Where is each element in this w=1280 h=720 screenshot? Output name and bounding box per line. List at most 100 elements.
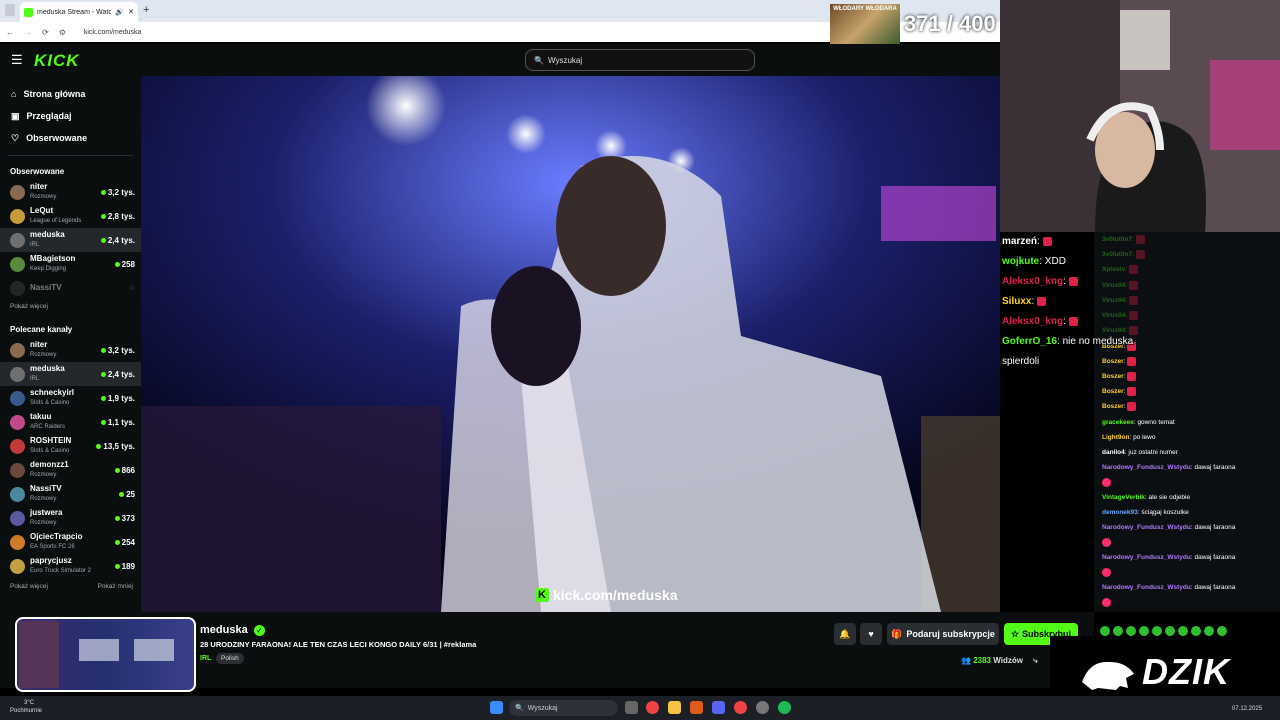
new-tab-button[interactable]: + bbox=[143, 4, 149, 16]
video-watermark: K kick.com/meduska bbox=[535, 587, 678, 603]
emote-icon[interactable] bbox=[1100, 626, 1110, 636]
spotify-icon[interactable] bbox=[778, 701, 791, 714]
tab-actions-button[interactable] bbox=[5, 4, 15, 16]
sidebar-channel-roshtein[interactable]: ROSHTEIN Slots & Casino 13,5 tys. bbox=[0, 434, 141, 458]
sidebar-channel-justwera[interactable]: justwera Rozmowy 373 bbox=[0, 506, 141, 530]
file-explorer-icon[interactable] bbox=[668, 701, 681, 714]
viewer-count: 254 bbox=[121, 537, 135, 547]
chat-username[interactable]: Narodowy_Fundusz_Wstydu bbox=[1102, 554, 1191, 561]
viewer-number: 2383 bbox=[973, 656, 991, 665]
search-icon: 🔍 bbox=[534, 55, 544, 65]
heart-emote-icon bbox=[1102, 598, 1111, 608]
chat-emote-line bbox=[1094, 595, 1280, 610]
sidebar-channel-paprycjusz[interactable]: paprycjusz Euro Truck Simulator 2 189 bbox=[0, 554, 141, 578]
chat-text: po lewo bbox=[1133, 433, 1156, 441]
channel-name: takuu bbox=[30, 412, 52, 421]
browser-tab[interactable]: meduska Stream - Watch L 🔊 ✕ bbox=[20, 2, 138, 22]
show-less-recommended[interactable]: Pokaż mniej bbox=[88, 580, 133, 594]
follow-button[interactable]: ♥ bbox=[860, 623, 882, 645]
chat-username[interactable]: Narodowy_Fundusz_Wstydu bbox=[1102, 524, 1191, 531]
avatar bbox=[10, 486, 25, 502]
back-icon[interactable]: ← bbox=[6, 28, 14, 37]
sidebar-channel-lequt[interactable]: LeQut League of Legends 2,8 tys. bbox=[0, 204, 141, 228]
nav-browse[interactable]: ▣ Przeglądaj bbox=[0, 105, 141, 127]
sidebar-channel-niter[interactable]: niter Rozmowy 3,2 tys. bbox=[0, 180, 141, 204]
chat-username[interactable]: Narodowy_Fundusz_Wstydu bbox=[1102, 584, 1191, 591]
emote-icon[interactable] bbox=[1204, 626, 1214, 636]
chat-username[interactable]: Boszer bbox=[1102, 404, 1124, 411]
channel-category: Keep Digging bbox=[30, 266, 67, 272]
menu-icon[interactable]: ☰ bbox=[11, 52, 23, 68]
notification-bell-button[interactable]: 🔔 bbox=[834, 623, 856, 645]
windows-start-icon[interactable] bbox=[490, 701, 503, 714]
chat-text: juz ostatni numer bbox=[1128, 448, 1178, 456]
language-tag[interactable]: Polish bbox=[216, 653, 244, 664]
chat-username[interactable]: danilo4 bbox=[1102, 449, 1125, 456]
viewer-count: 3,2 tys. bbox=[107, 345, 135, 355]
live-dot-icon bbox=[100, 419, 106, 425]
sidebar-channel-schneckyirl[interactable]: schneckyirl Slots & Casino 1,9 tys. bbox=[0, 386, 141, 410]
viewer-count: 866 bbox=[121, 465, 135, 475]
speaker-icon[interactable]: 🔊 bbox=[115, 8, 124, 16]
avatar bbox=[10, 366, 25, 382]
kick-logo[interactable]: KICK bbox=[34, 51, 80, 71]
stream-category[interactable]: IRL bbox=[200, 655, 211, 662]
avatar bbox=[10, 510, 25, 526]
emote-icon[interactable] bbox=[1126, 626, 1136, 636]
site-info-icon[interactable]: ⚙ bbox=[59, 28, 66, 37]
chrome-icon[interactable] bbox=[646, 701, 659, 714]
forward-icon[interactable]: → bbox=[24, 28, 32, 37]
chrome-profile-icon[interactable] bbox=[734, 701, 747, 714]
emote-icon[interactable] bbox=[1152, 626, 1162, 636]
obs-icon[interactable] bbox=[756, 701, 769, 714]
emote-icon[interactable] bbox=[1191, 626, 1201, 636]
chat-username[interactable]: Boszer bbox=[1102, 358, 1124, 365]
app-icon[interactable] bbox=[690, 701, 703, 714]
streamer-name[interactable]: meduska bbox=[200, 624, 248, 636]
overlay-chat-username: Siluxx bbox=[1002, 296, 1032, 307]
reload-icon[interactable]: ⟳ bbox=[42, 28, 49, 37]
nav-home[interactable]: ⌂ Strona główna bbox=[0, 83, 141, 105]
emote-icon[interactable] bbox=[1217, 626, 1227, 636]
chat-username[interactable]: demonek93 bbox=[1102, 509, 1138, 516]
close-tab-icon[interactable]: ✕ bbox=[128, 8, 134, 16]
sidebar-channel-ojciectrapcio[interactable]: OjciecTrapcio EA Sports FC 26 254 bbox=[0, 530, 141, 554]
chat-username[interactable]: Boszer bbox=[1102, 373, 1124, 380]
sidebar-channel-takuu[interactable]: takuu ARC Raiders 1,1 tys. bbox=[0, 410, 141, 434]
chat-username[interactable]: VintageVerbik bbox=[1102, 494, 1145, 501]
sidebar-channel-demonzz1[interactable]: demonzz1 Rozmowy 866 bbox=[0, 458, 141, 482]
video-player[interactable] bbox=[141, 76, 1000, 612]
chat-username[interactable]: Boszer bbox=[1102, 388, 1124, 395]
kick-k-icon: K bbox=[535, 588, 549, 602]
taskbar-date[interactable]: 07.12.2025 bbox=[1232, 706, 1262, 712]
gift-sub-button[interactable]: 🎁 Podaruj subskrypcje bbox=[887, 623, 999, 645]
task-view-icon[interactable] bbox=[625, 701, 638, 714]
live-dot-icon bbox=[100, 237, 106, 243]
share-icon[interactable]: ⤷ bbox=[1033, 656, 1037, 665]
chat-username[interactable]: Light9on bbox=[1102, 434, 1129, 441]
sidebar-channel-meduska[interactable]: meduska IRL 2,4 tys. bbox=[0, 362, 141, 386]
discord-icon[interactable] bbox=[712, 701, 725, 714]
sidebar-channel-meduska[interactable]: meduska IRL 2,4 tys. bbox=[0, 228, 141, 252]
show-more-recommended[interactable]: Pokaż więcej bbox=[0, 580, 48, 594]
search-input[interactable]: 🔍 Wyszukaj bbox=[525, 49, 755, 71]
emote-icon[interactable] bbox=[1139, 626, 1149, 636]
sidebar-channel-nassitv[interactable]: NassiTV Rozmowy 25 bbox=[0, 482, 141, 506]
sidebar-channel-mbagietson[interactable]: MBagietson Keep Digging 258 bbox=[0, 252, 141, 276]
emote-icon[interactable] bbox=[1113, 626, 1123, 636]
chat-username[interactable]: gracekeee bbox=[1102, 419, 1134, 426]
show-more-followed[interactable]: Pokaż więcej bbox=[0, 300, 141, 314]
sidebar-channel-nassitv[interactable]: NassiTV ⊘ bbox=[0, 276, 141, 300]
weather-widget[interactable]: 3°C Pochmurnie bbox=[10, 699, 42, 715]
address-bar[interactable]: kick.com/meduska bbox=[84, 29, 142, 36]
emote-icon bbox=[1127, 402, 1137, 412]
chat-username[interactable]: Narodowy_Fundusz_Wstydu bbox=[1102, 464, 1191, 471]
sidebar-channel-niter[interactable]: niter Rozmowy 3,2 tys. bbox=[0, 338, 141, 362]
live-dot-icon bbox=[114, 261, 120, 267]
channel-viewers: 2,4 tys. bbox=[100, 236, 135, 245]
emote-icon[interactable] bbox=[1178, 626, 1188, 636]
emote-icon[interactable] bbox=[1165, 626, 1175, 636]
nav-following[interactable]: ♡ Obserwowane bbox=[0, 127, 141, 149]
taskbar-search[interactable]: 🔍 Wyszukaj bbox=[509, 700, 618, 716]
sidebar: ⌂ Strona główna ▣ Przeglądaj ♡ Obserwowane … bbox=[0, 76, 141, 612]
